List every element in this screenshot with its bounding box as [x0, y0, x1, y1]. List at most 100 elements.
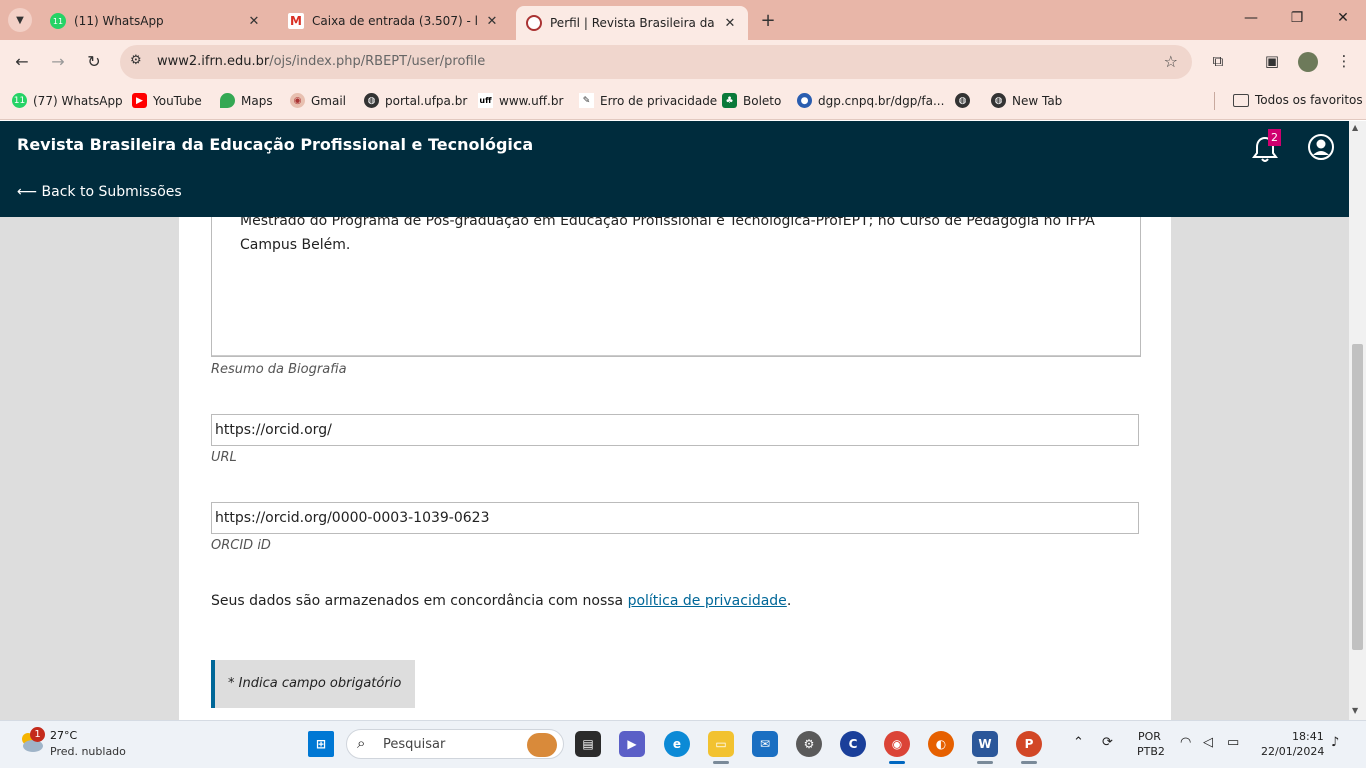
sync-status-icon[interactable]: ⟳ — [1102, 735, 1113, 750]
privacy-statement: Seus dados são armazenados em concordânc… — [211, 593, 792, 609]
search-icon: ⌕ — [357, 734, 366, 752]
clock-time[interactable]: 18:41 — [1292, 730, 1324, 743]
browser-menu-icon[interactable]: ⋮ — [1333, 52, 1355, 70]
biography-text: Mestrado do Programa de Pós-graduação em… — [240, 217, 1095, 253]
url-input[interactable]: https://orcid.org/ — [211, 414, 1139, 446]
back-to-submissions-link[interactable]: ⟵ Back to Submissões — [17, 184, 182, 200]
bookmark-label: New Tab — [1012, 93, 1063, 108]
gmail-icon: ◉ — [290, 93, 305, 108]
bookmark-label: Todos os favoritos — [1255, 93, 1363, 107]
site-info-icon[interactable]: ⚙ — [130, 53, 142, 68]
scrollbar-thumb[interactable] — [1352, 344, 1363, 650]
app-running-indicator — [1021, 761, 1037, 764]
taskbar-search[interactable]: ⌕ Pesquisar — [346, 729, 564, 759]
chrome-icon[interactable]: ◉ — [884, 731, 910, 757]
site-header: Revista Brasileira da Educação Profissio… — [0, 121, 1349, 217]
bookmark-dgp-cnpq[interactable]: ● dgp.cnpq.br/dgp/fa... — [797, 93, 944, 108]
battery-icon[interactable]: ▭ — [1227, 735, 1239, 750]
globe-icon: ◍ — [364, 93, 379, 108]
bookmark-label: Erro de privacidade — [600, 93, 718, 108]
task-view-icon[interactable]: ▤ — [575, 731, 601, 757]
teams-icon[interactable]: ▶ — [619, 731, 645, 757]
bookmark-star-icon[interactable]: ☆ — [1164, 52, 1178, 71]
bookmark-new-tab[interactable]: ◍ New Tab — [991, 93, 1062, 108]
show-hidden-icons-chevron-icon[interactable]: ⌃ — [1073, 735, 1084, 750]
cnpq-icon: ● — [797, 93, 812, 108]
close-window-button[interactable]: ✕ — [1333, 10, 1353, 26]
close-tab-icon[interactable]: ✕ — [484, 14, 500, 29]
orcid-input[interactable]: https://orcid.org/0000-0003-1039-0623 — [211, 502, 1139, 534]
wifi-icon[interactable]: ◠ — [1180, 735, 1191, 750]
new-tab-button[interactable]: + — [758, 10, 778, 31]
scroll-down-arrow-icon[interactable]: ▼ — [1352, 706, 1358, 715]
tab-perfil[interactable]: Perfil | Revista Brasileira da Educ ✕ — [516, 6, 748, 40]
restore-button[interactable]: ❐ — [1287, 10, 1307, 26]
all-bookmarks-folder[interactable]: Todos os favoritos — [1233, 93, 1363, 107]
back-button[interactable]: ← — [12, 52, 32, 71]
bookmark-portal-ufpa[interactable]: ◍ portal.ufpa.br — [364, 93, 467, 108]
close-tab-icon[interactable]: ✕ — [722, 16, 738, 31]
address-bar[interactable]: ⚙ www2.ifrn.edu.br/ojs/index.php/RBEPT/u… — [120, 45, 1192, 79]
bookmark-maps[interactable]: Maps — [220, 93, 273, 108]
volume-icon[interactable]: ◁ — [1203, 735, 1213, 750]
ojs-icon — [526, 15, 542, 31]
bookmark-erro-privacidade[interactable]: ✎ Erro de privacidade — [579, 93, 717, 108]
edge-icon[interactable]: e — [664, 731, 690, 757]
bookmark-label: Maps — [241, 93, 273, 108]
side-panel-icon[interactable]: ▣ — [1261, 52, 1283, 70]
scroll-up-arrow-icon[interactable]: ▲ — [1352, 123, 1358, 132]
bookmark-label: YouTube — [153, 93, 202, 108]
extensions-icon[interactable]: ⧉ — [1207, 52, 1229, 70]
folder-icon — [1233, 93, 1249, 107]
word-icon[interactable]: W — [972, 731, 998, 757]
youtube-icon: ▶ — [132, 93, 147, 108]
search-placeholder: Pesquisar — [383, 737, 446, 752]
user-account-icon[interactable] — [1307, 133, 1335, 161]
boleto-icon: ♣ — [722, 93, 737, 108]
profile-avatar[interactable] — [1298, 52, 1318, 72]
bookmark-uff[interactable]: uff www.uff.br — [478, 93, 563, 108]
language-indicator[interactable]: POR — [1138, 730, 1161, 743]
reload-button[interactable]: ↻ — [84, 52, 104, 71]
url-label: URL — [211, 450, 237, 465]
windows-start-icon[interactable]: ⊞ — [308, 731, 334, 757]
bookmark-youtube[interactable]: ▶ YouTube — [132, 93, 202, 108]
file-explorer-icon[interactable]: ▭ — [708, 731, 734, 757]
uff-icon: uff — [478, 93, 493, 108]
weather-description[interactable]: Pred. nublado — [50, 745, 126, 758]
tab-whatsapp[interactable]: 11 (11) WhatsApp ✕ — [40, 6, 272, 36]
tab-title: Caixa de entrada (3.507) - leao.j — [312, 14, 478, 28]
powerpoint-icon[interactable]: P — [1016, 731, 1042, 757]
warning-icon: ✎ — [579, 93, 594, 108]
bookmark-label: www.uff.br — [499, 93, 564, 108]
bookmark-globe[interactable]: ◍ — [955, 93, 976, 108]
bookmarks-bar: 11 (77) WhatsApp ▶ YouTube Maps ◉ Gmail … — [0, 84, 1366, 120]
clock-date[interactable]: 22/01/2024 — [1261, 745, 1324, 758]
firefox-icon[interactable]: ◐ — [928, 731, 954, 757]
gmail-icon: M — [288, 13, 304, 29]
forward-button[interactable]: → — [48, 52, 68, 71]
tab-search-button[interactable]: ▼ — [8, 8, 32, 32]
bookmark-label: (77) WhatsApp — [33, 93, 123, 108]
minimize-button[interactable]: — — [1241, 10, 1261, 26]
browser-toolbar: ← → ↻ ⚙ www2.ifrn.edu.br/ojs/index.php/R… — [0, 40, 1366, 84]
keyboard-layout-indicator[interactable]: PTB2 — [1137, 745, 1165, 758]
url-text[interactable]: www2.ifrn.edu.br/ojs/index.php/RBEPT/use… — [157, 54, 485, 69]
weather-alert-badge: 1 — [30, 727, 45, 742]
bookmark-whatsapp[interactable]: 11 (77) WhatsApp — [12, 93, 123, 108]
tab-gmail[interactable]: M Caixa de entrada (3.507) - leao.j ✕ — [278, 6, 510, 36]
profile-form: Mestrado do Programa de Pós-graduação em… — [179, 217, 1171, 720]
site-title[interactable]: Revista Brasileira da Educação Profissio… — [17, 135, 533, 154]
settings-icon[interactable]: ⚙ — [796, 731, 822, 757]
app-running-indicator — [713, 761, 729, 764]
quick-assist-icon[interactable]: C — [840, 731, 866, 757]
bookmark-boleto[interactable]: ♣ Boleto — [722, 93, 781, 108]
close-tab-icon[interactable]: ✕ — [246, 14, 262, 29]
mail-icon[interactable]: ✉ — [752, 731, 778, 757]
bookmark-gmail[interactable]: ◉ Gmail — [290, 93, 346, 108]
biography-textarea[interactable]: Mestrado do Programa de Pós-graduação em… — [211, 217, 1141, 357]
privacy-policy-link[interactable]: política de privacidade — [628, 593, 787, 609]
bookmarks-separator — [1214, 92, 1215, 110]
notifications-bell-icon[interactable]: ♪ — [1331, 735, 1339, 750]
weather-temperature[interactable]: 27°C — [50, 729, 77, 742]
